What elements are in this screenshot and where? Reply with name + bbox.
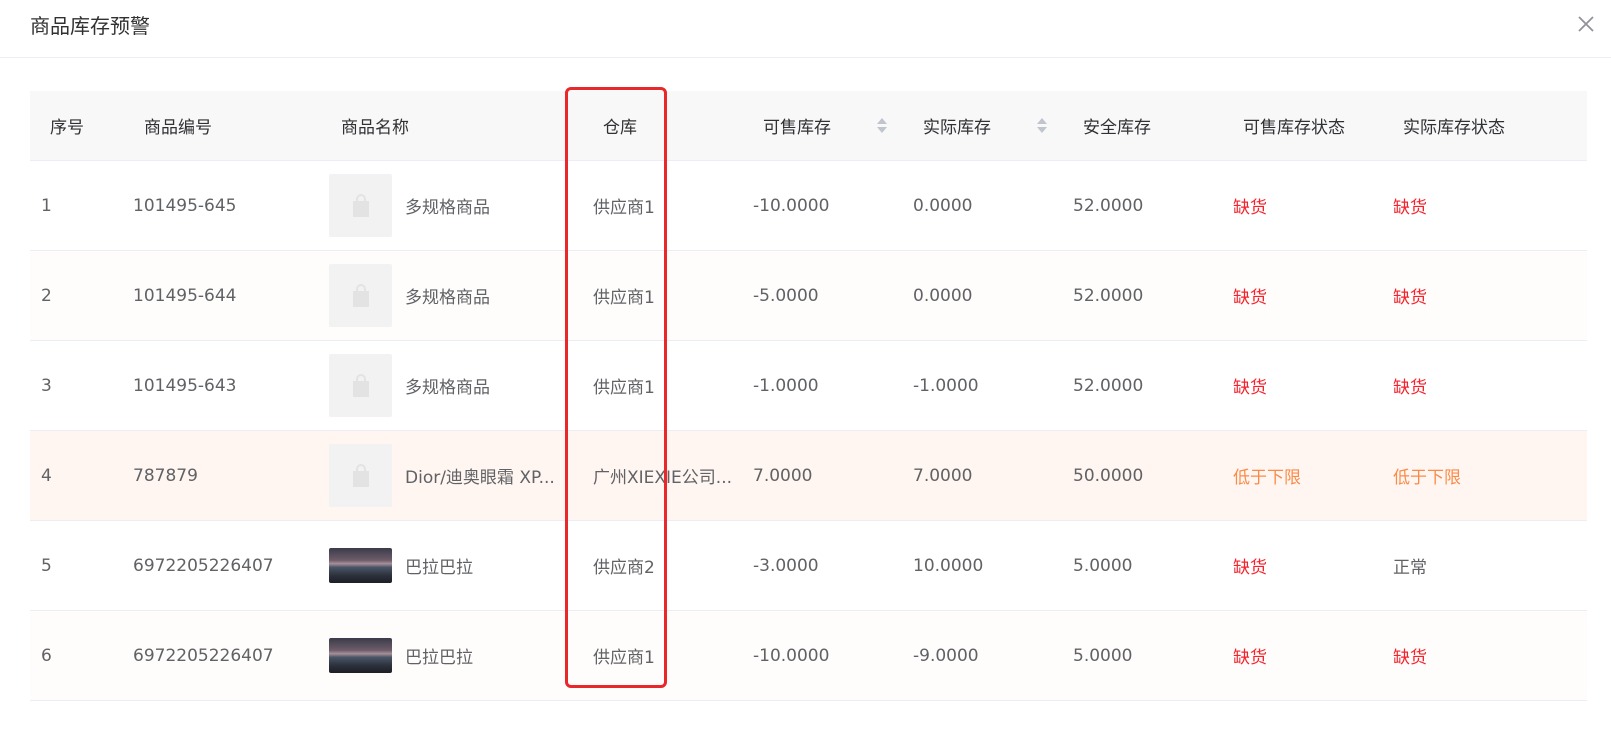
cell-sellable-status: 缺货 [1233,378,1267,398]
cell-sellable-status: 缺货 [1233,198,1267,218]
cell-index: 6 [41,645,52,666]
table-row[interactable]: 1 101495-645 多规格商品 供应商1 -10.0000 0.0000 52.000… [30,161,1587,251]
table-row[interactable]: 2 101495-644 多规格商品 供应商1 -5.0000 0.0000 52.0000… [30,251,1587,341]
cell-name: 多规格商品 [329,161,571,250]
cell-actual-stock: -1.0000 [913,375,979,396]
cell-safety-stock: 52.0000 [1073,195,1144,216]
cell-safety-stock: 50.0000 [1073,465,1144,486]
cell-code: 6972205226407 [133,645,274,666]
cell-name: 多规格商品 [329,341,571,430]
header-sellable-stock[interactable]: 可售库存 [731,91,891,160]
cell-index: 3 [41,375,52,396]
cell-sellable-stock: -1.0000 [753,375,819,396]
cell-actual-stock: 7.0000 [913,465,973,486]
header-name: 商品名称 [341,118,409,138]
product-name: Dior/迪奥眼霜 XP... [405,468,555,488]
cell-name: 巴拉巴拉 [329,611,571,700]
header-sellable-status: 可售库存状态 [1243,118,1345,138]
cell-code: 6972205226407 [133,555,274,576]
cell-actual-stock: 0.0000 [913,285,973,306]
cell-safety-stock: 5.0000 [1073,555,1133,576]
product-photo [329,548,392,583]
header-actual-stock-label: 实际库存 [923,118,991,138]
table-row[interactable]: 4 787879 Dior/迪奥眼霜 XP... 广州XIEXIE公司... 7.000… [30,431,1587,521]
placeholder-bag-icon [329,444,392,507]
cell-actual-stock: -9.0000 [913,645,979,666]
cell-name: 多规格商品 [329,251,571,340]
cell-sellable-status: 缺货 [1233,288,1267,308]
cell-sellable-status: 缺货 [1233,558,1267,578]
cell-warehouse: 供应商1 [593,648,655,668]
header-safety-stock: 安全库存 [1083,118,1151,138]
cell-code: 101495-644 [133,285,237,306]
cell-warehouse: 供应商1 [593,378,655,398]
cell-sellable-stock: -5.0000 [753,285,819,306]
cell-index: 4 [41,465,52,486]
cell-safety-stock: 52.0000 [1073,375,1144,396]
placeholder-bag-icon [329,354,392,417]
cell-actual-status: 缺货 [1393,378,1427,398]
cell-warehouse: 供应商1 [593,288,655,308]
cell-sellable-stock: -3.0000 [753,555,819,576]
header-warehouse: 仓库 [603,118,637,138]
cell-index: 2 [41,285,52,306]
cell-sellable-status: 低于下限 [1233,468,1301,488]
sort-caret-icon[interactable] [1037,118,1047,133]
cell-actual-stock: 0.0000 [913,195,973,216]
cell-actual-stock: 10.0000 [913,555,984,576]
product-name: 多规格商品 [405,288,490,308]
cell-actual-status: 低于下限 [1393,468,1461,488]
table-row[interactable]: 3 101495-643 多规格商品 供应商1 -1.0000 -1.0000 52.000… [30,341,1587,431]
cell-safety-stock: 5.0000 [1073,645,1133,666]
cell-warehouse: 供应商1 [593,198,655,218]
table-row[interactable]: 5 6972205226407 巴拉巴拉 供应商2 -3.0000 10.0000 5.00… [30,521,1587,611]
stock-warning-table: 序号 商品编号 商品名称 仓库 可售库存 实际库存 安全库存 可售库存状态 实际… [30,91,1587,701]
header-actual-status: 实际库存状态 [1403,118,1505,138]
cell-actual-status: 缺货 [1393,198,1427,218]
header-index: 序号 [50,118,84,138]
cell-index: 5 [41,555,52,576]
cell-safety-stock: 52.0000 [1073,285,1144,306]
table-row[interactable]: 6 6972205226407 巴拉巴拉 供应商1 -10.0000 -9.0000 5.0… [30,611,1587,701]
cell-sellable-status: 缺货 [1233,648,1267,668]
product-name: 巴拉巴拉 [405,648,473,668]
cell-actual-status: 缺货 [1393,648,1427,668]
product-name: 多规格商品 [405,378,490,398]
cell-code: 101495-645 [133,195,237,216]
cell-name: Dior/迪奥眼霜 XP... [329,431,571,520]
cell-sellable-stock: -10.0000 [753,645,830,666]
sort-caret-icon[interactable] [877,118,887,133]
cell-actual-status: 缺货 [1393,288,1427,308]
cell-code: 787879 [133,465,198,486]
product-photo [329,638,392,673]
placeholder-bag-icon [329,174,392,237]
cell-name: 巴拉巴拉 [329,521,571,610]
cell-warehouse: 供应商2 [593,558,655,578]
close-icon[interactable] [1574,12,1598,36]
table-header: 序号 商品编号 商品名称 仓库 可售库存 实际库存 安全库存 可售库存状态 实际… [30,91,1587,161]
cell-code: 101495-643 [133,375,237,396]
header-sellable-stock-label: 可售库存 [763,118,831,138]
product-name: 巴拉巴拉 [405,558,473,578]
header-actual-stock[interactable]: 实际库存 [891,91,1051,160]
header-code: 商品编号 [144,118,212,138]
dialog-title: 商品库存预警 [30,14,150,38]
dialog-header: 商品库存预警 [0,0,1611,58]
cell-index: 1 [41,195,52,216]
placeholder-bag-icon [329,264,392,327]
cell-actual-status: 正常 [1393,558,1427,578]
cell-sellable-stock: -10.0000 [753,195,830,216]
product-name: 多规格商品 [405,198,490,218]
table-body: 1 101495-645 多规格商品 供应商1 -10.0000 0.0000 52.000… [30,161,1587,701]
cell-sellable-stock: 7.0000 [753,465,813,486]
cell-warehouse: 广州XIEXIE公司... [593,468,731,488]
